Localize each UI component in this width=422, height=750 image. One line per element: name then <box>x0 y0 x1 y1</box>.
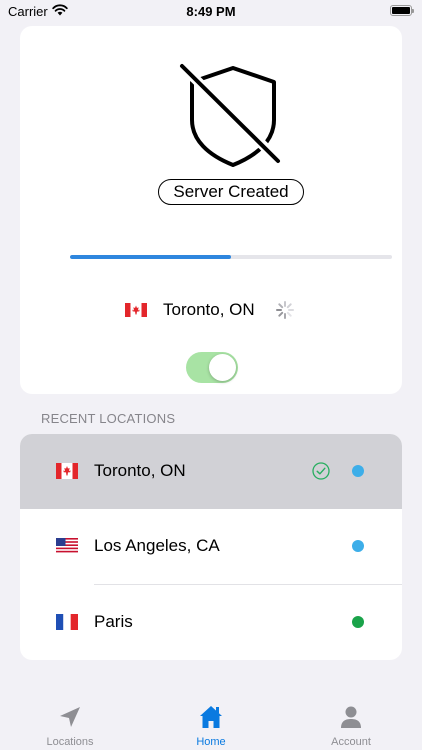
current-location-label: Toronto, ON <box>163 300 255 319</box>
recent-location-label: Toronto, ON <box>94 461 186 480</box>
toggle-knob <box>209 354 236 381</box>
canada-flag-icon <box>125 303 147 317</box>
current-location: Toronto, ON <box>20 297 402 323</box>
tab-label: Home <box>196 736 226 748</box>
clock: 8:49 PM <box>186 4 236 19</box>
shield-off-icon <box>178 62 285 167</box>
connection-status-badge: Server Created <box>158 179 304 205</box>
tab-label: Account <box>331 736 371 748</box>
progress-fill <box>70 255 231 259</box>
battery-icon <box>390 5 414 16</box>
recent-location-label: Los Angeles, CA <box>94 536 220 555</box>
status-dot <box>352 540 364 552</box>
usa-flag-icon <box>56 538 78 554</box>
person-icon <box>341 706 361 728</box>
recent-location-paris[interactable]: Paris <box>20 585 402 660</box>
loading-spinner-icon <box>276 301 294 319</box>
recent-locations-header: RECENT LOCATIONS <box>41 411 176 426</box>
connection-progress-bar <box>70 255 392 259</box>
recent-locations-list: Toronto, ON Los Angeles, CA Paris <box>20 434 402 660</box>
status-dot <box>352 465 364 477</box>
connection-card: Server Created Toronto, ON <box>20 26 402 394</box>
tab-home[interactable]: Home <box>151 700 271 750</box>
tab-locations[interactable]: Locations <box>10 700 130 750</box>
tab-bar: Locations Home Account <box>0 700 422 750</box>
checkmark-circle-icon <box>312 462 330 480</box>
recent-location-toronto[interactable]: Toronto, ON <box>20 434 402 509</box>
house-icon <box>200 706 222 728</box>
recent-location-label: Paris <box>94 612 133 631</box>
status-dot <box>352 616 364 628</box>
recent-location-los-angeles[interactable]: Los Angeles, CA <box>20 509 402 584</box>
canada-flag-icon <box>56 463 78 479</box>
vpn-toggle[interactable] <box>186 352 238 383</box>
location-arrow-icon <box>60 707 80 727</box>
tab-label: Locations <box>46 736 94 748</box>
status-bar: Carrier 8:49 PM <box>0 0 422 24</box>
tab-account[interactable]: Account <box>291 700 411 750</box>
france-flag-icon <box>56 614 78 630</box>
